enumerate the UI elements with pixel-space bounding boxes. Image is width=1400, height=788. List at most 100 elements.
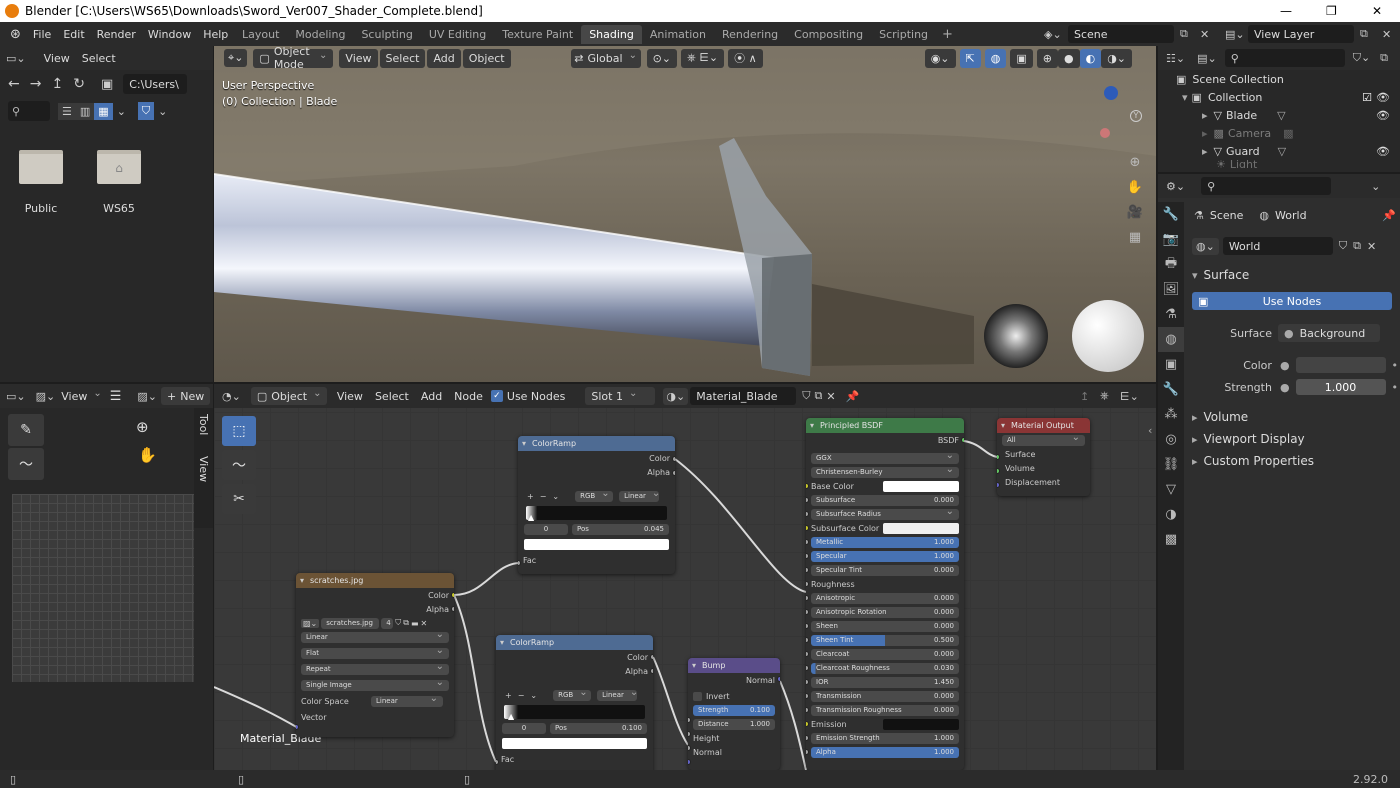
image-mode-icon[interactable]: ▨⌄: [36, 390, 56, 403]
tab-rendering[interactable]: Rendering: [714, 25, 786, 44]
world-browse-icon[interactable]: ◍⌄: [1192, 237, 1219, 255]
sort-dropdown-icon[interactable]: ⌄: [113, 103, 130, 120]
bsdf-value-field[interactable]: Anisotropic 0.000: [811, 592, 959, 604]
new-folder-icon[interactable]: ▣: [101, 77, 113, 92]
new-scene-icon[interactable]: ⧉: [1180, 27, 1188, 41]
node-material-output[interactable]: Material Output All Surface Volume Displ…: [997, 418, 1090, 496]
strength-field[interactable]: 1.000: [1295, 379, 1386, 395]
surface-shader-field[interactable]: ● Background: [1278, 324, 1380, 342]
properties-search-input[interactable]: ⚲: [1201, 177, 1332, 195]
new-collection-icon[interactable]: ⧉: [1380, 51, 1388, 65]
stop-index-field[interactable]: 0: [524, 523, 568, 535]
image-name-field[interactable]: scratches.jpg: [321, 617, 380, 629]
rendered-shading-icon[interactable]: ◑⌄: [1101, 48, 1133, 68]
camera-view-icon[interactable]: 🎥: [1122, 200, 1148, 225]
mode-selector[interactable]: ▢ Object Mode: [253, 46, 334, 71]
socket-in[interactable]: [806, 651, 809, 657]
node-principled-bsdf[interactable]: Principled BSDF BSDF GGX Christensen-Bur…: [806, 418, 964, 770]
projection-dropdown[interactable]: Flat: [301, 647, 449, 659]
socket-in[interactable]: [806, 735, 809, 741]
eye-icon[interactable]: 👁: [1376, 145, 1390, 158]
stop-pos-field[interactable]: Pos 0.045: [572, 523, 669, 535]
menu-render[interactable]: Render: [91, 25, 142, 44]
fb-menu-select[interactable]: Select: [76, 49, 122, 68]
use-nodes-button[interactable]: ▣ Use Nodes: [1192, 292, 1392, 310]
editor-type-icon[interactable]: ⚙⌄: [1166, 180, 1185, 193]
tab-animation[interactable]: Animation: [642, 25, 714, 44]
strength-field[interactable]: Strength 0.100: [693, 704, 775, 716]
distance-field[interactable]: Distance 1.000: [693, 718, 775, 730]
socket-out-bsdf[interactable]: [961, 437, 964, 443]
browse-image-icon[interactable]: ▨⌄: [137, 390, 157, 403]
bsdf-value-field[interactable]: Alpha 1.000: [811, 746, 959, 758]
pivot-icon[interactable]: ⊙⌄: [646, 48, 678, 68]
scene-selector[interactable]: Scene: [1068, 25, 1174, 43]
vp-menu-object[interactable]: Object: [462, 48, 511, 68]
forward-icon[interactable]: →: [30, 76, 42, 92]
interpolation-dropdown[interactable]: Linear: [619, 490, 660, 502]
node-image-texture[interactable]: scratches.jpg Color Alpha ▨⌄ scratches.j…: [296, 573, 454, 737]
socket-in[interactable]: [806, 665, 809, 671]
data-tab-icon[interactable]: ▽: [1158, 477, 1184, 502]
socket-out-alpha[interactable]: [451, 606, 454, 612]
keyframe-dot-icon[interactable]: •: [1392, 359, 1399, 372]
vp-menu-view[interactable]: View: [339, 48, 378, 68]
socket-in[interactable]: [806, 749, 809, 755]
extension-dropdown[interactable]: Repeat: [301, 663, 449, 675]
world-tab-icon[interactable]: ◍: [1158, 327, 1184, 352]
color-space-dropdown[interactable]: Linear: [371, 695, 443, 707]
color-swatch[interactable]: [883, 522, 959, 534]
panel-volume[interactable]: ▸ Volume: [1192, 408, 1248, 426]
socket-in[interactable]: [806, 707, 809, 713]
bsdf-value-field[interactable]: Clearcoat 0.000: [811, 648, 959, 660]
socket-in[interactable]: [806, 721, 809, 727]
bsdf-value-field[interactable]: Sheen Tint 0.500: [811, 634, 959, 646]
delete-view-layer-icon[interactable]: ✕: [1382, 28, 1391, 41]
list-horizontal-icon[interactable]: ▥: [75, 102, 95, 120]
bsdf-value-field[interactable]: Emission Strength 1.000: [811, 732, 959, 744]
pan-hand-icon[interactable]: ✋: [138, 446, 157, 464]
back-icon[interactable]: ←: [8, 76, 20, 92]
view-layer-tab-icon[interactable]: 🖼: [1158, 277, 1184, 302]
minimize-button[interactable]: —: [1280, 4, 1292, 18]
snap-icon[interactable]: ⎈ ⋿⌄: [681, 48, 725, 68]
filter-icon[interactable]: ⛉: [137, 102, 155, 120]
panel-custom-properties[interactable]: ▸ Custom Properties: [1192, 452, 1314, 470]
particles-tab-icon[interactable]: ⁂: [1158, 402, 1184, 427]
target-dropdown[interactable]: All: [1002, 434, 1085, 446]
pan-hand-icon[interactable]: ✋: [1122, 175, 1148, 200]
parent-dir-icon[interactable]: ↥: [51, 76, 63, 92]
bsdf-value-field[interactable]: Transmission Roughness 0.000: [811, 704, 959, 716]
sample-tool-icon[interactable]: ✎: [8, 414, 44, 446]
image-grid[interactable]: [12, 494, 194, 682]
blender-menu-icon[interactable]: ⊛: [10, 27, 21, 42]
wireframe-shading-icon[interactable]: ⊕: [1036, 48, 1058, 68]
stop-marker-icon[interactable]: ▲: [528, 513, 534, 522]
socket-in[interactable]: [806, 525, 809, 531]
socket-in[interactable]: [806, 693, 809, 699]
ramp-gradient[interactable]: ▲: [504, 705, 645, 721]
outliner-search-input[interactable]: ⚲: [1224, 49, 1345, 67]
vp-menu-add[interactable]: Add: [427, 48, 461, 68]
remove-stop-button[interactable]: −: [518, 691, 525, 700]
eye-icon[interactable]: 👁: [1376, 91, 1390, 104]
maximize-button[interactable]: ❐: [1326, 4, 1337, 18]
close-button[interactable]: ✕: [1372, 4, 1382, 18]
texture-tab-icon[interactable]: ▩: [1158, 527, 1184, 552]
stop-marker-icon[interactable]: ▲: [508, 712, 514, 721]
fake-user-icon[interactable]: ⛉: [1339, 239, 1347, 253]
ramp-gradient[interactable]: ▲: [526, 506, 667, 522]
material-tab-icon[interactable]: ◑: [1158, 502, 1184, 527]
socket-in-vector[interactable]: [296, 724, 299, 730]
source-dropdown[interactable]: Single Image: [301, 679, 449, 691]
editor-type-icon[interactable]: ▭⌄: [6, 390, 26, 403]
socket-in[interactable]: [806, 679, 809, 685]
stop-color-swatch[interactable]: [524, 539, 669, 550]
color-mode-dropdown[interactable]: RGB: [575, 490, 614, 502]
stop-color-swatch[interactable]: [502, 738, 647, 749]
new-image-button[interactable]: + New: [161, 387, 211, 405]
options-icon[interactable]: ⌄: [1371, 180, 1380, 193]
bsdf-value-field[interactable]: Specular 1.000: [811, 550, 959, 562]
distribution-dropdown[interactable]: GGX: [811, 452, 959, 464]
remove-stop-button[interactable]: −: [540, 492, 547, 501]
